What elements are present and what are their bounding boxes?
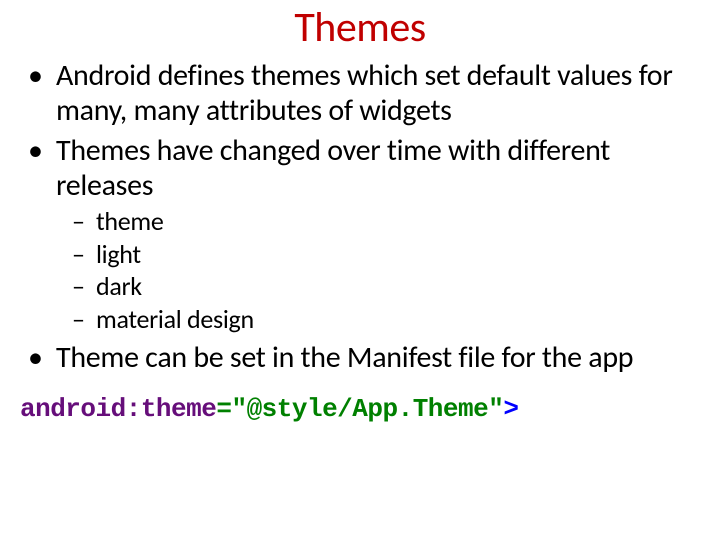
bullet-list: Android defines themes which set default… bbox=[0, 59, 720, 376]
code-attribute: android:theme bbox=[20, 394, 216, 424]
sub-bullet-item: light bbox=[96, 238, 690, 271]
sub-bullet-item: dark bbox=[96, 270, 690, 303]
code-snippet: android:theme="@style/App.Theme"> bbox=[0, 382, 720, 424]
slide-title: Themes bbox=[0, 0, 720, 53]
bullet-item: Android defines themes which set default… bbox=[56, 59, 690, 128]
sub-bullet-item: theme bbox=[96, 205, 690, 238]
code-quote: " bbox=[488, 394, 503, 424]
slide: Themes Android defines themes which set … bbox=[0, 0, 720, 540]
code-bracket: > bbox=[503, 394, 518, 424]
code-value: @style/App.Theme bbox=[247, 394, 489, 424]
code-equals: = bbox=[216, 394, 231, 424]
code-quote: " bbox=[231, 394, 246, 424]
bullet-text: Themes have changed over time with diffe… bbox=[56, 132, 610, 204]
sub-bullet-item: material design bbox=[96, 303, 690, 336]
sub-bullet-list: theme light dark material design bbox=[56, 205, 690, 335]
bullet-item: Themes have changed over time with diffe… bbox=[56, 134, 690, 335]
bullet-item: Theme can be set in the Manifest file fo… bbox=[56, 341, 690, 376]
